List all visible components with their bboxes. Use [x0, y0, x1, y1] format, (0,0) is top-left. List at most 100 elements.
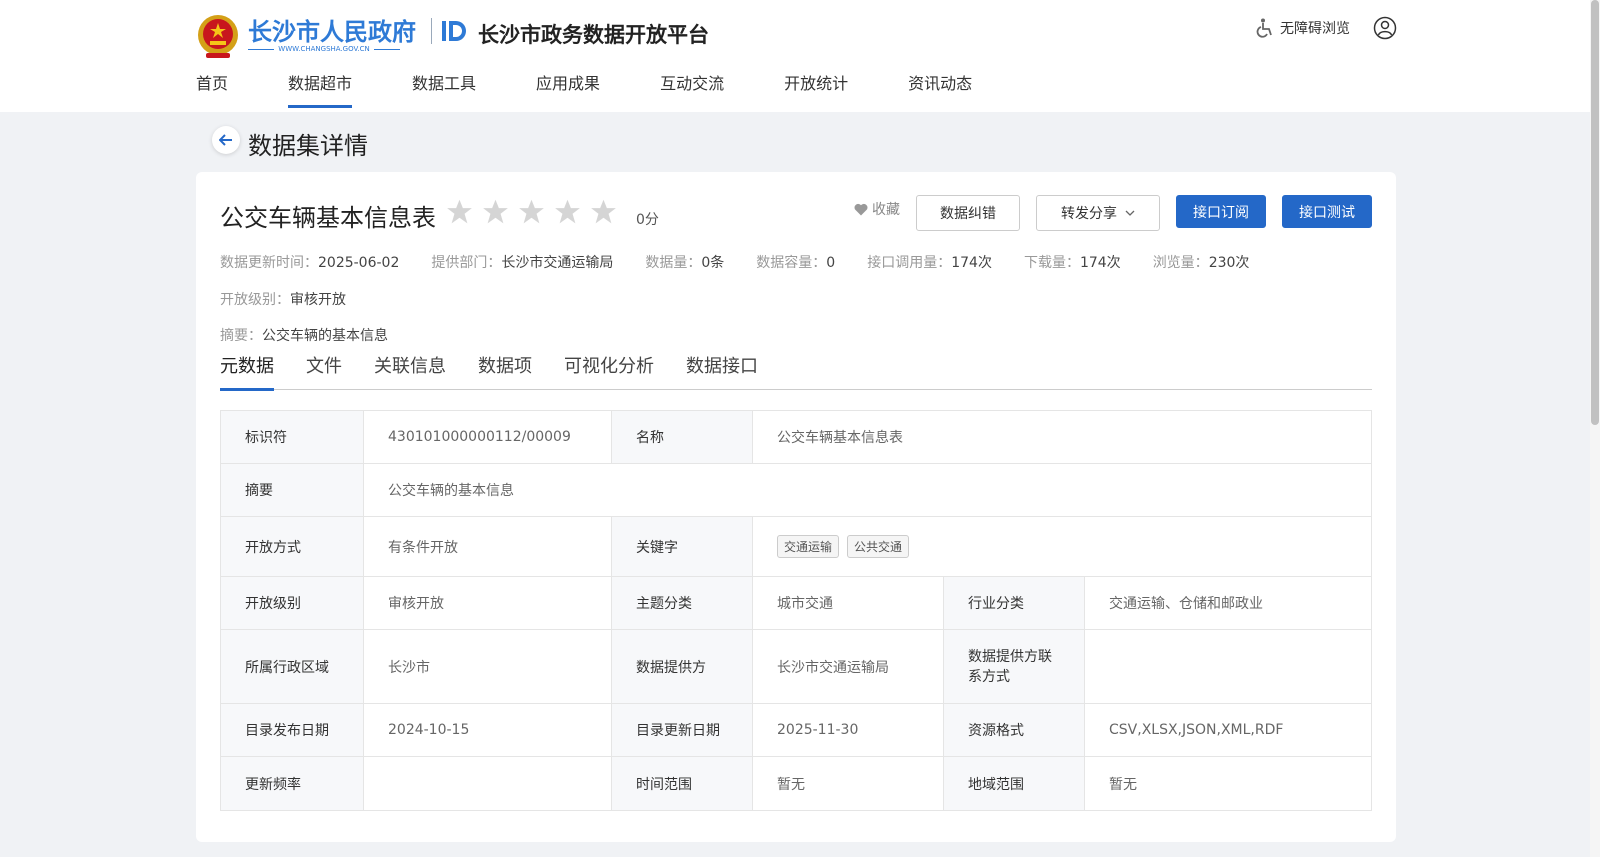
value-time-range: 暂无	[753, 757, 944, 810]
meta-data-count: 数据量：0条	[645, 255, 725, 271]
nav-statistics[interactable]: 开放统计	[784, 70, 848, 110]
meta-provider: 提供部门：长沙市交通运输局	[431, 255, 614, 271]
meta-api-calls: 接口调用量：174次	[867, 255, 992, 271]
label-format: 资源格式	[944, 704, 1085, 756]
main-nav: 首页 数据超市 数据工具 应用成果 互动交流 开放统计 资讯动态	[196, 70, 1032, 110]
dataset-title: 公交车辆基本信息表	[220, 204, 436, 232]
label-geo-range: 地域范围	[944, 757, 1085, 810]
value-format: CSV,XLSX,JSON,XML,RDF	[1109, 722, 1284, 738]
nav-data-tools[interactable]: 数据工具	[412, 70, 476, 110]
share-label: 转发分享	[1061, 206, 1117, 222]
data-correction-button[interactable]: 数据纠错	[916, 195, 1020, 231]
value-summary: 公交车辆的基本信息	[388, 483, 514, 499]
meta-data-size: 数据容量：0	[756, 255, 836, 271]
keyword-tag[interactable]: 公共交通	[847, 535, 910, 558]
value-name: 公交车辆基本信息表	[777, 430, 903, 446]
table-row: 摘要 公交车辆的基本信息	[221, 464, 1371, 517]
nav-news[interactable]: 资讯动态	[908, 70, 972, 110]
table-row: 目录发布日期 2024-10-15 目录更新日期 2025-11-30 资源格式…	[221, 704, 1371, 757]
label-summary: 摘要	[221, 464, 364, 516]
gov-url: WWW.CHANGSHA.GOV.CN	[248, 45, 400, 53]
label-region: 所属行政区域	[221, 630, 364, 703]
detail-tabs: 元数据 文件 关联信息 数据项 可视化分析 数据接口	[220, 352, 1372, 391]
page-title: 数据集详情	[248, 132, 368, 160]
tab-data-api[interactable]: 数据接口	[686, 352, 758, 390]
meta-views: 浏览量：230次	[1152, 255, 1250, 271]
meta-downloads: 下载量：174次	[1023, 255, 1121, 271]
table-row: 所属行政区域 长沙市 数据提供方 长沙市交通运输局 数据提供方联系方式	[221, 630, 1371, 704]
tab-metadata[interactable]: 元数据	[220, 352, 274, 391]
dataset-meta: 数据更新时间：2025-06-02 提供部门：长沙市交通运输局 数据量：0条 数…	[220, 252, 1281, 272]
label-provider-contact: 数据提供方联系方式	[944, 630, 1085, 703]
chevron-down-icon	[1125, 210, 1135, 216]
nav-interaction[interactable]: 互动交流	[660, 70, 724, 110]
table-row: 标识符 430101000000112/00009 名称 公交车辆基本信息表	[221, 411, 1371, 464]
platform-name: 长沙市政务数据开放平台	[478, 23, 709, 47]
scrollbar-thumb[interactable]	[1591, 0, 1599, 425]
tab-files[interactable]: 文件	[306, 352, 342, 390]
wheelchair-icon	[1256, 18, 1272, 38]
share-button[interactable]: 转发分享	[1036, 195, 1160, 231]
nav-home[interactable]: 首页	[196, 70, 228, 110]
national-emblem-icon	[198, 15, 238, 58]
favorite-label: 收藏	[872, 202, 900, 218]
star-icon[interactable]	[518, 198, 545, 225]
metadata-table: 标识符 430101000000112/00009 名称 公交车辆基本信息表 摘…	[220, 410, 1372, 811]
label-open-level: 开放级别	[221, 577, 364, 629]
label-open-method: 开放方式	[221, 517, 364, 576]
tab-related-info[interactable]: 关联信息	[374, 352, 446, 390]
rating-stars[interactable]	[446, 198, 617, 225]
table-row: 开放方式 有条件开放 关键字 交通运输 公共交通	[221, 517, 1371, 577]
dataset-card: 公交车辆基本信息表 0分 收藏 数据纠错 转发分享 接口订阅 接口测试 数据更新…	[196, 172, 1396, 842]
value-update-date: 2025-11-30	[753, 704, 944, 756]
label-name: 名称	[612, 411, 753, 463]
value-keywords: 交通运输 公共交通	[753, 517, 1371, 576]
back-button[interactable]	[212, 126, 240, 154]
tab-visualization[interactable]: 可视化分析	[564, 352, 654, 390]
meta-open-level: 开放级别： 审核开放	[220, 292, 346, 308]
favorite-button[interactable]: 收藏	[854, 199, 900, 219]
value-frequency	[364, 757, 612, 810]
star-icon[interactable]	[590, 198, 617, 225]
tab-data-items[interactable]: 数据项	[478, 352, 532, 390]
label-identifier: 标识符	[221, 411, 364, 463]
accessibility-button[interactable]: 无障碍浏览	[1256, 18, 1350, 38]
api-test-button[interactable]: 接口测试	[1282, 195, 1372, 228]
value-publish-date: 2024-10-15	[364, 704, 612, 756]
logo-divider	[431, 18, 432, 44]
table-row: 开放级别 审核开放 主题分类 城市交通 行业分类 交通运输、仓储和邮政业	[221, 577, 1371, 630]
label-industry: 行业分类	[944, 577, 1085, 629]
page-scrollbar[interactable]	[1590, 0, 1600, 857]
nav-applications[interactable]: 应用成果	[536, 70, 600, 110]
label-provider: 数据提供方	[612, 630, 753, 703]
api-subscribe-button[interactable]: 接口订阅	[1176, 195, 1266, 228]
accessibility-label: 无障碍浏览	[1280, 21, 1350, 37]
value-geo-range: 暂无	[1109, 776, 1137, 793]
platform-logo-icon	[442, 21, 466, 41]
value-industry: 交通运输、仓储和邮政业	[1109, 596, 1263, 612]
nav-data-market[interactable]: 数据超市	[288, 70, 353, 110]
label-time-range: 时间范围	[612, 757, 753, 810]
value-open-level: 审核开放	[364, 577, 612, 629]
keyword-tag[interactable]: 交通运输	[777, 535, 840, 558]
label-frequency: 更新频率	[221, 757, 364, 810]
user-avatar-icon[interactable]	[1373, 16, 1397, 40]
value-open-method: 有条件开放	[364, 517, 612, 576]
star-icon[interactable]	[482, 198, 509, 225]
label-publish-date: 目录发布日期	[221, 704, 364, 756]
value-theme: 城市交通	[753, 577, 944, 629]
heart-icon	[854, 203, 868, 215]
site-header: 长沙市人民政府 WWW.CHANGSHA.GOV.CN 长沙市政务数据开放平台 …	[0, 0, 1590, 112]
value-identifier: 430101000000112/00009	[364, 411, 612, 463]
table-row: 更新频率 时间范围 暂无 地域范围 暂无	[221, 757, 1371, 810]
label-update-date: 目录更新日期	[612, 704, 753, 756]
label-keywords: 关键字	[612, 517, 753, 576]
rating-score: 0分	[636, 212, 659, 228]
meta-update-time: 数据更新时间：2025-06-02	[220, 255, 400, 271]
star-icon[interactable]	[554, 198, 581, 225]
gov-name: 长沙市人民政府	[248, 18, 416, 46]
star-icon[interactable]	[446, 198, 473, 225]
value-provider-contact	[1085, 630, 1371, 703]
value-provider: 长沙市交通运输局	[753, 630, 944, 703]
meta-summary: 摘要： 公交车辆的基本信息	[220, 328, 388, 344]
